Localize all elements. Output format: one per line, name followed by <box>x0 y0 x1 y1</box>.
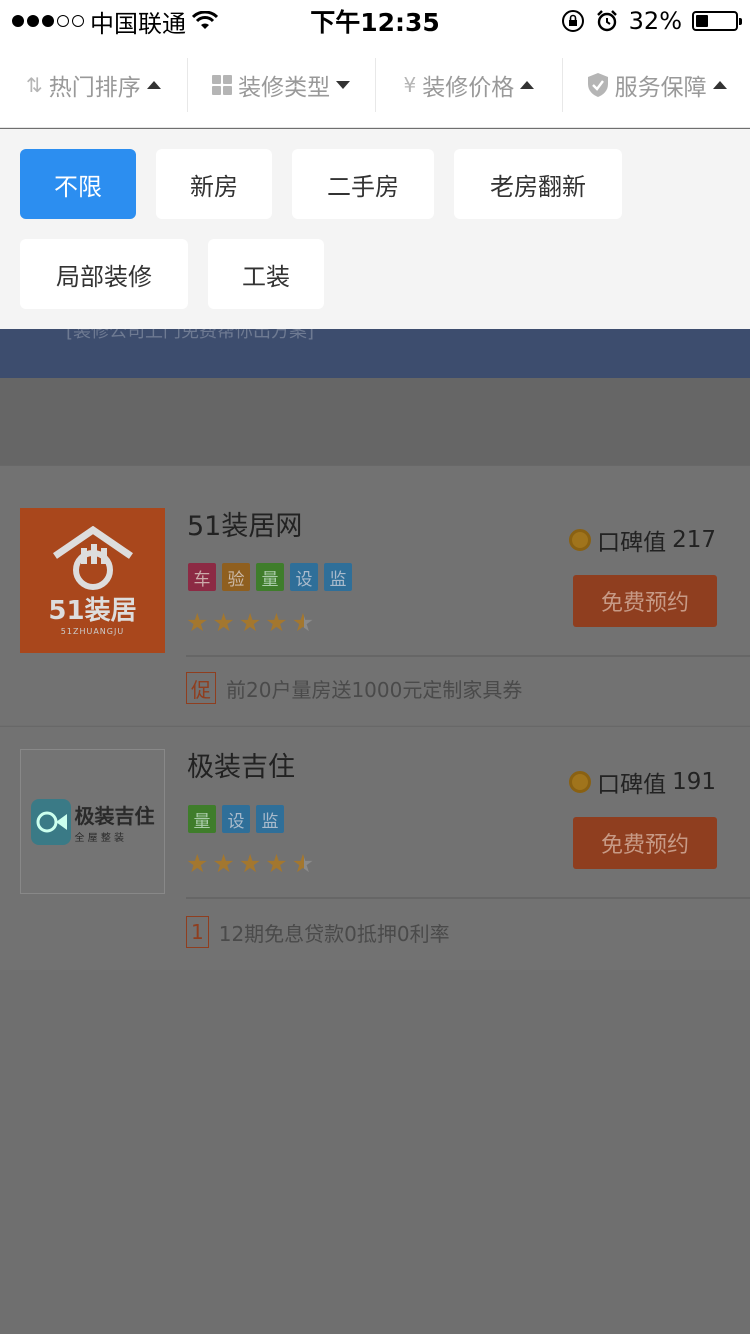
signal-dots-icon <box>12 15 84 27</box>
banner-text: [装修公司上门免费帮你出方案] <box>66 329 315 342</box>
free-booking-button[interactable]: 免费预约 <box>573 575 717 627</box>
half-star-icon: ★ <box>291 608 315 637</box>
free-booking-button[interactable]: 免费预约 <box>573 817 717 869</box>
caret-down-icon <box>336 80 351 89</box>
star-icon: ★ <box>238 849 262 878</box>
filter-label: 热门排序 <box>48 74 141 101</box>
filter-type[interactable]: 装修类型 <box>188 57 376 112</box>
reputation-value: 217 <box>672 527 716 553</box>
divider <box>186 897 750 899</box>
logo-text: 极装吉住 <box>74 803 155 828</box>
logo-text: 51装居 <box>48 595 137 626</box>
tag-inspect: 验 <box>222 563 250 591</box>
fish-logo-icon <box>30 798 71 845</box>
banner: [装修公司上门免费帮你出方案] <box>0 329 750 378</box>
divider <box>186 655 750 657</box>
promo: 促 前20户量房送1000元定制家具券 <box>186 672 522 704</box>
section-gap <box>0 378 750 465</box>
star-icon: ★ <box>212 608 235 637</box>
type-options-panel: 不限 新房 二手房 老房翻新 局部装修 工装 <box>0 129 750 329</box>
medal-icon <box>569 771 592 793</box>
status-time: 下午12:35 <box>310 8 440 37</box>
service-tags: 量 设 监 <box>188 805 284 833</box>
sort-icon: ⇅ <box>25 72 43 97</box>
service-tags: 车 验 量 设 监 <box>188 563 352 591</box>
logo-subtext: 51ZHUANGJU <box>60 626 125 636</box>
carrier-label: 中国联通 <box>90 9 186 38</box>
promo-text: 12期免息贷款0抵押0利率 <box>218 921 450 946</box>
rating-stars: ★ ★ ★ ★ ★ <box>186 851 314 876</box>
house-logo-icon <box>52 525 133 590</box>
battery-icon <box>692 11 742 31</box>
filter-label: 服务保障 <box>614 74 707 101</box>
promo-badge: 1 <box>186 916 209 948</box>
shield-icon <box>587 72 608 97</box>
company-card[interactable]: 极装吉住 全 屋 整 装 极装吉住 量 设 监 ★ ★ ★ ★ ★ 口碑值 19… <box>0 726 750 970</box>
tag-supervise: 监 <box>324 563 352 591</box>
promo-badge: 促 <box>186 672 216 704</box>
filter-sort[interactable]: ⇅ 热门排序 <box>0 57 188 112</box>
wifi-icon <box>192 11 218 29</box>
tag-measure: 量 <box>188 805 216 833</box>
option-old-renovation[interactable]: 老房翻新 <box>454 149 622 219</box>
company-card[interactable]: 51装居 51ZHUANGJU 51装居网 车 验 量 设 监 ★ ★ ★ ★ … <box>0 465 750 725</box>
tag-design: 设 <box>290 563 318 591</box>
caret-up-icon <box>520 80 535 89</box>
reputation-label: 口碑值 <box>597 530 667 556</box>
option-new-house[interactable]: 新房 <box>156 149 272 219</box>
option-commercial[interactable]: 工装 <box>208 239 324 309</box>
company-logo: 极装吉住 全 屋 整 装 <box>20 749 165 894</box>
star-icon: ★ <box>186 608 209 637</box>
company-name[interactable]: 极装吉住 <box>187 745 295 784</box>
star-icon: ★ <box>265 849 288 878</box>
star-icon: ★ <box>186 849 209 878</box>
alarm-icon <box>596 10 617 32</box>
reputation-value: 191 <box>672 769 716 795</box>
company-name[interactable]: 51装居网 <box>187 504 302 543</box>
caret-up-icon <box>146 80 161 89</box>
filter-price[interactable]: ¥ 装修价格 <box>376 57 564 112</box>
option-second-hand[interactable]: 二手房 <box>292 149 434 219</box>
filter-label: 装修价格 <box>422 74 515 101</box>
promo: 1 12期免息贷款0抵押0利率 <box>186 916 450 948</box>
yen-icon: ¥ <box>403 72 417 97</box>
caret-up-icon <box>712 80 727 89</box>
filter-bar: ⇅ 热门排序 装修类型 ¥ 装修价格 服务保障 <box>0 42 750 128</box>
battery-percent: 32% <box>628 7 682 35</box>
option-partial[interactable]: 局部装修 <box>20 239 188 309</box>
status-bar: 中国联通 下午12:35 32% <box>0 0 750 42</box>
tag-car: 车 <box>188 563 216 591</box>
medal-icon <box>569 529 592 551</box>
star-icon: ★ <box>238 608 262 637</box>
tag-design: 设 <box>222 805 250 833</box>
logo-subtext: 全 屋 整 装 <box>74 832 125 844</box>
tag-supervise: 监 <box>256 805 284 833</box>
filter-label: 装修类型 <box>238 74 331 101</box>
filter-service[interactable]: 服务保障 <box>563 58 750 112</box>
star-icon: ★ <box>212 849 235 878</box>
rating-stars: ★ ★ ★ ★ ★ <box>186 610 314 635</box>
reputation-label: 口碑值 <box>597 772 667 798</box>
reputation: 口碑值 191 <box>569 765 716 799</box>
grid-icon <box>212 74 233 95</box>
promo-text: 前20户量房送1000元定制家具券 <box>226 677 523 702</box>
rotation-lock-icon <box>561 10 584 32</box>
half-star-icon: ★ <box>291 849 315 878</box>
option-unlimited[interactable]: 不限 <box>20 149 136 219</box>
star-icon: ★ <box>265 608 288 637</box>
company-logo: 51装居 51ZHUANGJU <box>20 508 165 653</box>
reputation: 口碑值 217 <box>569 523 716 557</box>
tag-measure: 量 <box>256 563 284 591</box>
